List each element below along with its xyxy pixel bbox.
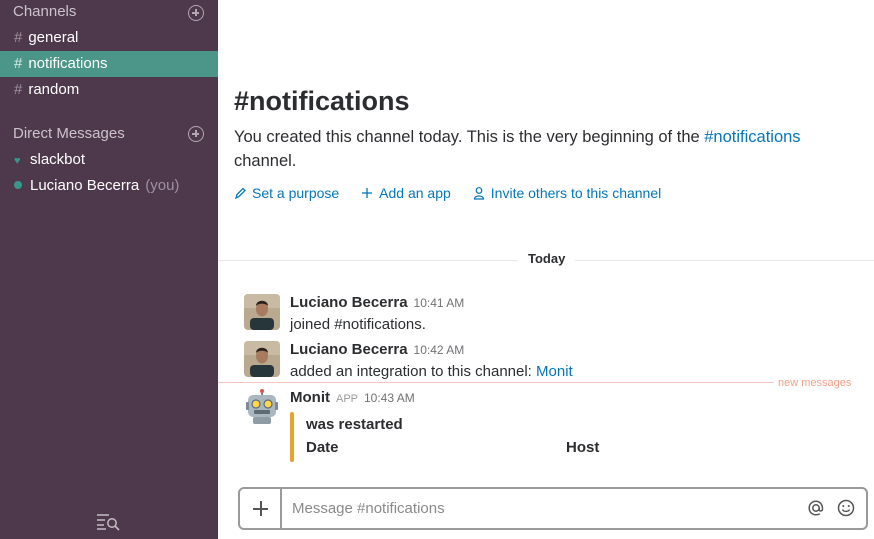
attachment-color-bar [290,412,294,462]
set-purpose-link[interactable]: Set a purpose [234,185,339,201]
add-channel-icon[interactable] [188,5,204,21]
hash-icon: # [14,29,23,46]
attachment-field-date: Date [306,439,339,456]
add-app-label: Add an app [379,185,451,201]
timestamp[interactable]: 10:42 AM [414,343,465,357]
set-purpose-label: Set a purpose [252,185,340,201]
invite-others-label: Invite others to this channel [490,185,662,201]
message-text: joined #notifications. [290,316,426,333]
sidebar: Channels # general # notifications # random… [0,0,218,539]
sidebar-item-label: random [28,81,80,98]
avatar[interactable] [244,294,280,330]
new-messages-divider [218,382,774,383]
channel-link[interactable]: #notifications [704,128,800,146]
timestamp[interactable]: 10:41 AM [414,296,465,310]
app-badge: APP [335,393,358,405]
direct-messages-header[interactable]: Direct Messages [13,125,125,142]
channel-actions: Set a purpose Add an app Invite others t… [234,185,661,201]
channel-intro: You created this channel today. This is … [234,125,854,173]
sidebar-item-luciano-becerra[interactable]: Luciano Becerra (you) [0,173,218,199]
message-composer [238,487,868,530]
sidebar-item-label: slackbot [30,151,86,168]
day-divider-label: Today [518,251,576,266]
person-icon [473,187,484,200]
message-header: Monit APP 10:43 AM [290,389,415,406]
message-input[interactable] [284,489,794,528]
hash-icon: # [14,55,23,72]
add-direct-message-icon[interactable] [188,126,204,142]
sender-name[interactable]: Monit [290,389,330,406]
hash-icon: # [14,81,23,98]
new-messages-label: new messages [778,377,852,389]
sidebar-item-label: notifications [28,55,108,72]
sidebar-item-random[interactable]: # random [0,77,218,103]
heart-icon: ♥ [14,155,21,167]
timestamp[interactable]: 10:43 AM [364,391,415,405]
intro-suffix: channel. [234,152,297,170]
avatar[interactable] [244,341,280,377]
attachment-title: was restarted [306,416,403,433]
attach-plus-button[interactable] [240,489,282,528]
plus-icon [362,188,373,198]
sender-name[interactable]: Luciano Becerra [290,341,408,358]
pencil-icon [234,187,246,200]
robot-avatar-icon[interactable] [244,389,280,425]
attachment-field-host: Host [566,439,600,456]
invite-others-link[interactable]: Invite others to this channel [473,185,661,201]
sidebar-item-label: Luciano Becerra [30,177,140,194]
emoji-icon[interactable] [836,498,856,518]
sender-name[interactable]: Luciano Becerra [290,294,408,311]
intro-text: You created this channel today. This is … [234,128,705,146]
search-list-icon[interactable] [96,513,120,531]
presence-dot-icon [14,181,22,190]
message-text-body: added an integration to this channel: [290,363,537,380]
sidebar-item-notifications[interactable]: # notifications [0,51,218,77]
sidebar-item-general[interactable]: # general [0,25,218,51]
message-header: Luciano Becerra 10:42 AM [290,341,464,358]
sidebar-item-label: general [28,29,79,46]
channels-header[interactable]: Channels [13,3,76,20]
add-app-link[interactable]: Add an app [361,185,451,201]
mention-icon[interactable] [806,498,826,518]
channel-title: #notifications [234,86,410,116]
you-suffix: (you) [145,177,180,194]
message-pane: #notifications You created this channel … [218,0,874,539]
message-text: added an integration to this channel: Mo… [290,363,573,380]
sidebar-item-slackbot[interactable]: ♥ slackbot [0,147,218,173]
message-header: Luciano Becerra 10:41 AM [290,294,464,311]
integration-link[interactable]: Monit [536,363,573,380]
